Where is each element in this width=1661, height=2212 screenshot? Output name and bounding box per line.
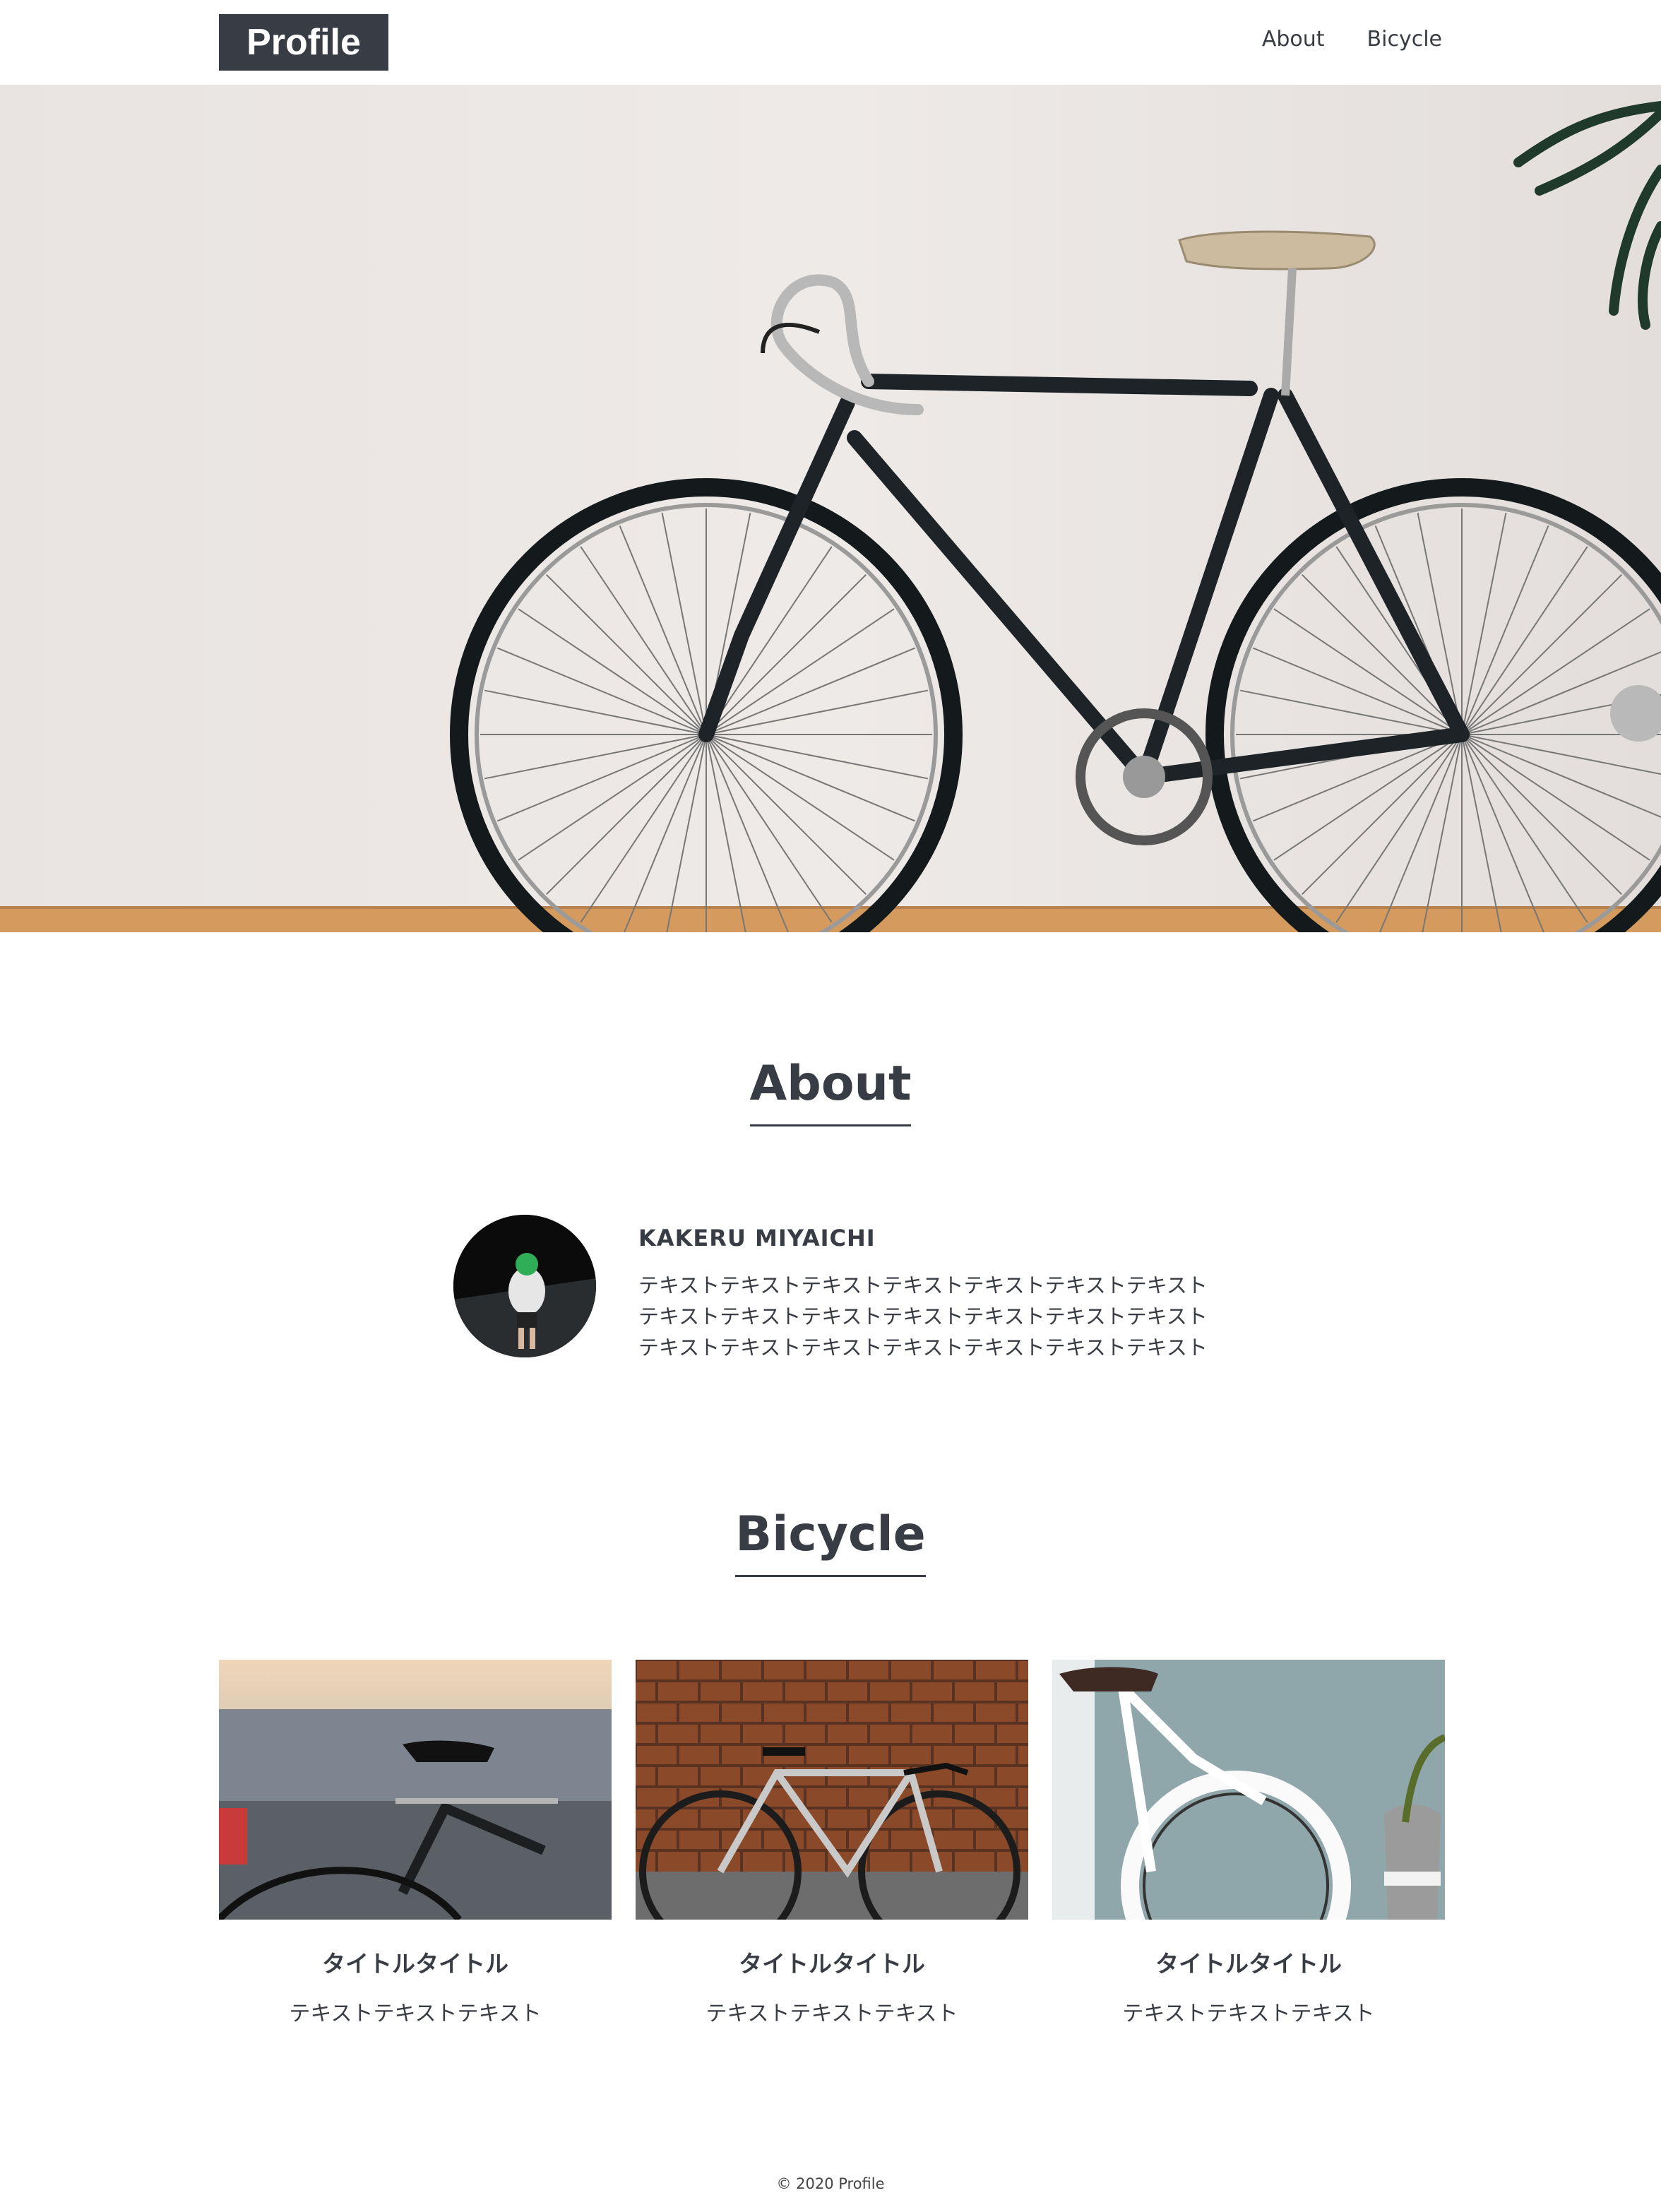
bicycle-card[interactable]: タイトルタイトル テキストテキストテキスト bbox=[636, 1660, 1028, 2027]
nav-link-about[interactable]: About bbox=[1262, 27, 1325, 52]
bicycle-card-image bbox=[1052, 1660, 1445, 1920]
bicycle-card[interactable]: タイトルタイトル テキストテキストテキスト bbox=[219, 1660, 612, 2027]
profile-description-line: テキストテキストテキストテキストテキストテキストテキスト bbox=[638, 1304, 1208, 1328]
site-footer: © 2020 Profile bbox=[776, 2175, 885, 2192]
profile-name: KAKERU MIYAICHI bbox=[638, 1225, 876, 1251]
nav-link-bicycle[interactable]: Bicycle bbox=[1367, 27, 1442, 52]
bicycle-card-text: テキストテキストテキスト bbox=[289, 2002, 542, 2026]
bicycle-card-image bbox=[219, 1660, 612, 1920]
site-header: Profile About Bicycle bbox=[0, 0, 1661, 85]
bicycle-card-text: テキストテキストテキスト bbox=[1122, 2002, 1375, 2026]
bicycle-heading: Bicycle bbox=[0, 1506, 1661, 1577]
bicycle-heading-text: Bicycle bbox=[735, 1506, 926, 1577]
bicycle-card-image bbox=[636, 1660, 1028, 1920]
bicycle-card-text: テキストテキストテキスト bbox=[706, 2002, 958, 2026]
bicycle-card-title: タイトルタイトル bbox=[739, 1950, 925, 1978]
about-heading: About bbox=[0, 1056, 1661, 1126]
profile-description: テキストテキストテキストテキストテキストテキストテキスト テキストテキストテキス… bbox=[638, 1270, 1225, 1363]
bicycle-card-title: タイトルタイトル bbox=[322, 1950, 508, 1978]
bicycle-card-title: タイトルタイトル bbox=[1155, 1950, 1342, 1978]
profile-avatar bbox=[453, 1215, 596, 1357]
bicycle-card[interactable]: タイトルタイトル テキストテキストテキスト bbox=[1052, 1660, 1445, 2027]
about-heading-text: About bbox=[749, 1056, 912, 1126]
site-logo[interactable]: Profile bbox=[219, 14, 388, 71]
main-nav: About Bicycle bbox=[1262, 27, 1442, 52]
profile-description-line: テキストテキストテキストテキストテキストテキストテキスト bbox=[638, 1273, 1208, 1297]
hero-image bbox=[0, 85, 1661, 932]
profile-description-line: テキストテキストテキストテキストテキストテキストテキスト bbox=[638, 1336, 1208, 1360]
